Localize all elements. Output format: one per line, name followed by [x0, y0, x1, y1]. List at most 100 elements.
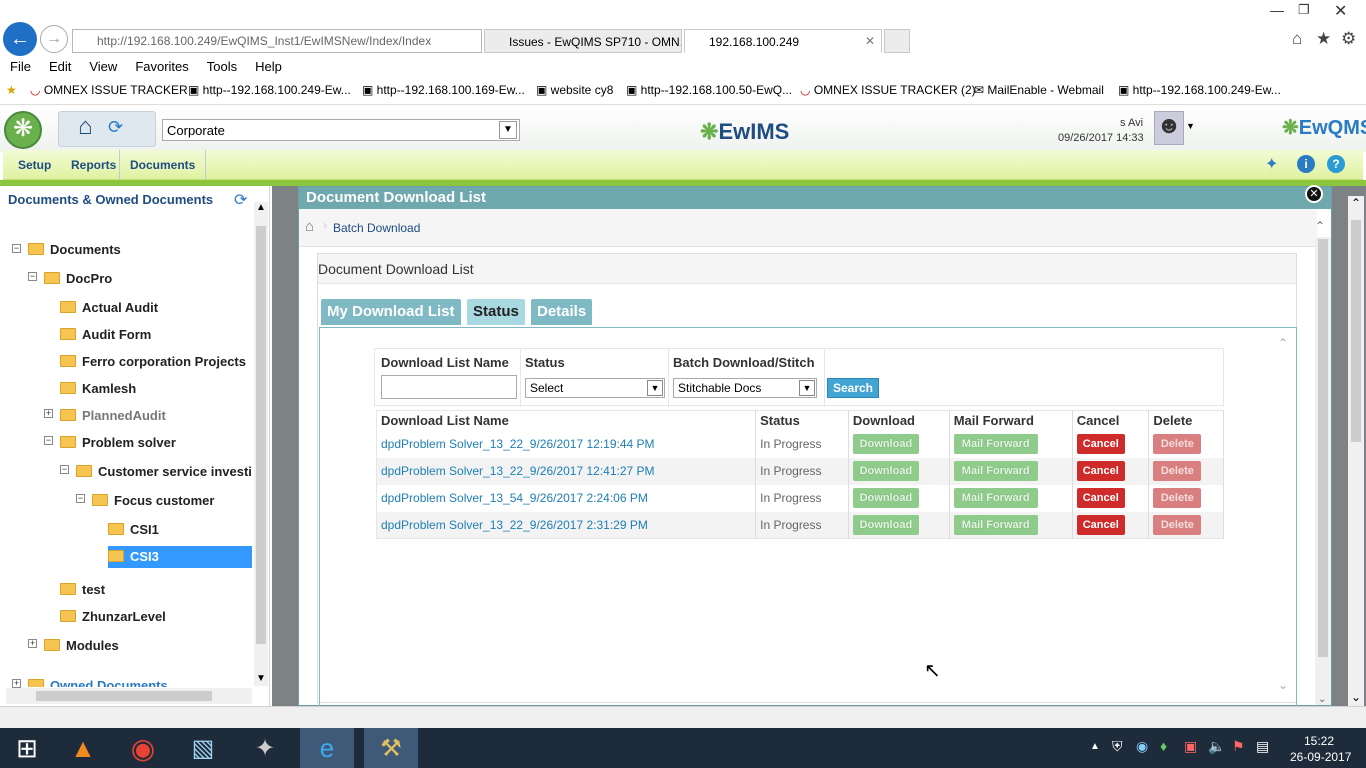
tree-node[interactable]: Documents	[28, 239, 121, 261]
scroll-down-icon[interactable]: ▼	[256, 673, 266, 684]
fav-item[interactable]: ◡ OMNEX ISSUE TRACKER (2)	[800, 83, 976, 97]
vlc-icon[interactable]: ▲	[56, 728, 110, 768]
chevron-down-icon[interactable]: ▼	[499, 121, 517, 139]
tree-node[interactable]: CSI1	[108, 519, 159, 541]
mail-forward-button[interactable]: Mail Forward	[953, 461, 1038, 481]
tree-node[interactable]: test	[60, 579, 105, 601]
chevron-down-icon[interactable]: ▼	[647, 380, 663, 396]
collapse-toggle[interactable]: −	[12, 244, 21, 253]
address-bar[interactable]: http://192.168.100.249/EwQIMS_Inst1/EwIM…	[72, 29, 482, 53]
close-modal-icon[interactable]: ✕	[1305, 185, 1323, 203]
info-icon[interactable]: i	[1297, 155, 1315, 173]
collapse-breadcrumb-icon[interactable]: ⌃	[1315, 219, 1325, 233]
tray-app-icon[interactable]: ♦	[1160, 738, 1167, 754]
modal-scroll-thumb[interactable]	[1318, 239, 1328, 657]
nav-setup[interactable]: Setup	[18, 158, 51, 172]
mail-forward-button[interactable]: Mail Forward	[953, 488, 1038, 508]
fav-item[interactable]: ▣ website cy8	[536, 83, 613, 97]
inner-scroll-down-icon[interactable]: ⌄	[1278, 678, 1288, 692]
mail-forward-button[interactable]: Mail Forward	[953, 434, 1038, 454]
fav-item[interactable]: ▣ http--192.168.100.169-Ew...	[362, 83, 525, 97]
tray-app-icon[interactable]: ◉	[1136, 738, 1148, 755]
tab-my-download-list[interactable]: My Download List	[321, 299, 461, 325]
app-icon[interactable]: ✦	[238, 728, 292, 768]
tray-flag-icon[interactable]: ⚑	[1232, 738, 1245, 755]
inner-scroll-up-icon[interactable]: ⌃	[1278, 336, 1288, 350]
fav-item[interactable]: ▣ http--192.168.100.50-EwQ...	[626, 83, 792, 97]
page-scroll-up-icon[interactable]: ⌃	[1351, 196, 1361, 210]
tree-node[interactable]: Kamlesh	[60, 378, 136, 400]
menu-file[interactable]: File	[10, 58, 31, 76]
tree-node[interactable]: Actual Audit	[60, 297, 158, 319]
download-button[interactable]: Download	[852, 434, 919, 454]
avatar-dropdown-icon[interactable]: ▼	[1186, 121, 1195, 131]
close-window-icon[interactable]: ✕	[1334, 1, 1347, 21]
refresh-tree-icon[interactable]: ⟳	[234, 190, 247, 210]
cancel-button[interactable]: Cancel	[1076, 434, 1125, 454]
site-select[interactable]: Corporate ▼	[162, 119, 520, 141]
restore-icon[interactable]: ❐	[1298, 2, 1310, 18]
modal-scrollbar[interactable]: ⌄	[1315, 237, 1331, 705]
cancel-button[interactable]: Cancel	[1076, 514, 1125, 535]
star-icon[interactable]: ★	[1316, 29, 1331, 49]
fav-item[interactable]: ▣ http--192.168.100.249-Ew...	[188, 83, 351, 97]
tree-node-selected[interactable]: CSI3	[108, 546, 252, 568]
download-list-name-input[interactable]	[381, 375, 517, 399]
row-name-link[interactable]: dpdProblem Solver_13_54_9/26/2017 2:24:0…	[376, 484, 757, 512]
internet-explorer-icon[interactable]: e	[300, 728, 354, 768]
tree-node[interactable]: Modules	[44, 635, 119, 657]
favorites-star-icon[interactable]: ★	[6, 83, 17, 97]
back-icon[interactable]: ←	[3, 22, 37, 56]
menu-view[interactable]: View	[89, 58, 117, 76]
delete-button[interactable]: Delete	[1153, 461, 1202, 481]
tray-shield-icon[interactable]: ⛨	[1112, 738, 1123, 755]
tab-details[interactable]: Details	[531, 299, 593, 325]
close-tab-icon[interactable]: ✕	[865, 34, 875, 48]
tree-node[interactable]: Problem solver	[60, 432, 176, 454]
collapse-toggle[interactable]: −	[60, 465, 69, 474]
batch-select[interactable]: Stitchable Docs ▼	[673, 378, 817, 398]
download-button[interactable]: Download	[852, 461, 919, 481]
tree-node[interactable]: Owned Documents	[28, 675, 168, 687]
tray-app-icon[interactable]: ▣	[1184, 738, 1197, 755]
app-home-icon[interactable]: ⌂	[78, 113, 93, 141]
tray-expand-icon[interactable]: ▲	[1090, 741, 1100, 752]
collapse-toggle[interactable]: −	[28, 272, 37, 281]
scroll-down-icon[interactable]: ⌄	[1318, 694, 1326, 705]
row-name-link[interactable]: dpdProblem Solver_13_22_9/26/2017 12:19:…	[376, 430, 757, 458]
home-icon[interactable]: ⌂	[1292, 29, 1302, 49]
tab-issues[interactable]: Issues - EwQIMS SP710 - OMN...	[484, 29, 682, 53]
tree-node[interactable]: DocPro	[44, 268, 112, 290]
nav-reports[interactable]: Reports	[71, 158, 116, 172]
fav-item[interactable]: ✉ MailEnable - Webmail	[974, 83, 1104, 97]
collapse-toggle[interactable]: −	[44, 436, 53, 445]
download-button[interactable]: Download	[852, 514, 919, 535]
tab-status[interactable]: Status	[467, 299, 525, 325]
tools-icon[interactable]: ⚒	[364, 728, 418, 768]
tree-node[interactable]: Audit Form	[60, 324, 151, 346]
sidebar-hscrollbar[interactable]	[6, 688, 252, 704]
new-tab-button[interactable]	[884, 29, 910, 53]
chevron-down-icon[interactable]: ▼	[799, 380, 815, 396]
minimize-icon[interactable]: —	[1270, 2, 1284, 18]
menu-favorites[interactable]: Favorites	[135, 58, 188, 76]
network-icon[interactable]: ▤	[1256, 738, 1269, 755]
cancel-button[interactable]: Cancel	[1076, 488, 1125, 508]
sidebar-hscroll-thumb[interactable]	[36, 691, 212, 701]
sidebar-scroll-thumb[interactable]	[256, 226, 266, 644]
nav-documents[interactable]: Documents	[119, 150, 207, 180]
app-logo-icon[interactable]: ❋	[4, 111, 42, 149]
tree-node[interactable]: PlannedAudit	[60, 405, 166, 427]
tab-current[interactable]: 192.168.100.249 ✕	[684, 29, 882, 53]
forward-icon[interactable]: →	[40, 25, 68, 53]
windows-start-icon[interactable]: ⊞	[0, 728, 54, 768]
download-button[interactable]: Download	[852, 488, 919, 508]
fav-item[interactable]: ◡ OMNEX ISSUE TRACKER	[30, 83, 188, 97]
status-select[interactable]: Select ▼	[525, 378, 665, 398]
expand-toggle[interactable]: +	[12, 679, 21, 688]
fav-item[interactable]: ▣ http--192.168.100.249-Ew...	[1118, 83, 1281, 97]
gear-icon[interactable]: ⚙	[1341, 29, 1356, 49]
clock-date[interactable]: 26-09-2017	[1290, 750, 1351, 764]
breadcrumb-batch-download[interactable]: Batch Download	[333, 221, 420, 235]
page-scrollbar[interactable]: ⌃ ⌄	[1348, 196, 1364, 706]
